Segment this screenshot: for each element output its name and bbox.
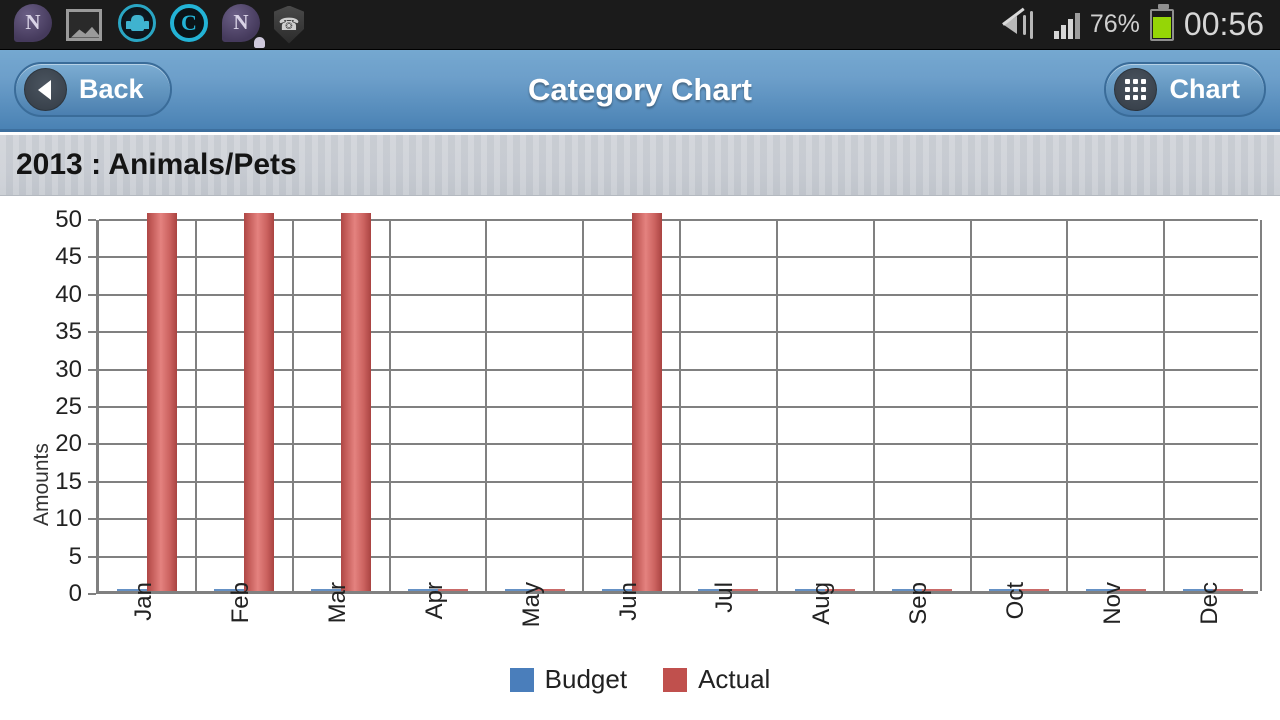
notification-icons: N C N ☎ xyxy=(0,3,316,48)
x-tick-label: Oct xyxy=(1001,582,1029,620)
status-indicators: 76% 00:56 xyxy=(1001,3,1280,43)
grid-menu-icon xyxy=(1114,68,1158,111)
y-tick-mark xyxy=(88,256,96,259)
legend-item: Actual xyxy=(663,664,770,695)
call-shield-glyph: ☎ xyxy=(274,5,304,44)
x-tick-label: Jul xyxy=(711,582,739,613)
y-tick-mark xyxy=(88,406,96,408)
note-app-icon: N xyxy=(14,3,56,46)
y-tick-label: 45 xyxy=(55,243,82,271)
chart-button[interactable]: Chart xyxy=(1104,62,1266,117)
call-shield-icon: ☎ xyxy=(274,4,316,46)
bar-actual-feb xyxy=(244,213,275,591)
gridline-vertical xyxy=(485,220,487,591)
gridline-vertical xyxy=(970,220,972,591)
y-tick-label: 30 xyxy=(55,355,82,383)
x-tick-label: Jan xyxy=(130,582,158,621)
chevron-left-icon xyxy=(24,68,67,111)
back-button-label: Back xyxy=(79,74,144,104)
gridline-vertical xyxy=(195,220,197,591)
x-tick-label: Apr xyxy=(420,582,448,620)
y-tick-label: 50 xyxy=(55,206,82,233)
battery-icon xyxy=(1149,3,1174,41)
clean-master-icon: C xyxy=(170,3,212,46)
x-tick-label: Aug xyxy=(808,582,836,625)
gridline-vertical xyxy=(776,220,778,591)
gridline-vertical xyxy=(1163,220,1165,591)
note-app-glyph: N xyxy=(14,3,52,42)
note-notification-glyph: N xyxy=(222,3,260,42)
y-tick-mark xyxy=(88,555,96,558)
chart-button-label: Chart xyxy=(1169,74,1240,104)
gridline-vertical xyxy=(292,220,294,591)
page-title: Category Chart xyxy=(528,71,752,107)
legend-item: Budget xyxy=(509,664,628,695)
x-tick-label: Jun xyxy=(614,582,642,621)
x-tick-label: May xyxy=(517,582,545,628)
bar-actual-jun xyxy=(631,213,662,591)
y-tick-label: 35 xyxy=(55,318,82,346)
bar-actual-jan xyxy=(147,213,178,591)
y-tick-mark xyxy=(88,293,96,296)
bar-actual-mar xyxy=(341,213,372,591)
gridline-vertical xyxy=(1066,220,1068,591)
x-axis-ticks: Jan Feb Mar Apr May Jun Jul Aug Sep Oct Nov Dec xyxy=(96,582,1258,664)
y-tick-mark xyxy=(88,593,96,595)
back-button[interactable]: Back xyxy=(14,62,172,117)
x-tick-label: Nov xyxy=(1098,582,1126,625)
legend-label: Actual xyxy=(698,664,771,694)
app-title-bar: Back Category Chart Chart xyxy=(0,50,1280,132)
x-tick-label: Dec xyxy=(1195,582,1223,625)
x-tick-label: Sep xyxy=(905,582,933,625)
y-tick-label: 15 xyxy=(55,467,82,495)
android-status-bar: N C N ☎ 76% 00:56 xyxy=(0,0,1280,50)
x-tick-label: Mar xyxy=(324,582,352,624)
android-sync-icon xyxy=(118,3,160,46)
category-bar-chart: Amounts 0 5 10 15 20 25 30 35 40 45 50 Jan Feb Mar Ap… xyxy=(0,196,1280,720)
gridline-vertical xyxy=(1260,220,1262,591)
x-tick-label: Feb xyxy=(227,582,255,624)
y-tick-mark xyxy=(88,443,96,446)
y-axis-ticks: 0 5 10 15 20 25 30 35 40 45 50 xyxy=(0,196,96,720)
note-notification-icon: N xyxy=(222,3,265,48)
chart-subtitle: 2013 : Animals/Pets xyxy=(16,148,297,181)
chart-legend: Budget Actual xyxy=(0,664,1280,695)
gridline-vertical xyxy=(679,220,681,591)
status-clock: 00:56 xyxy=(1183,6,1264,42)
y-tick-mark xyxy=(88,480,96,483)
gridline-vertical xyxy=(389,220,391,591)
clean-master-glyph: C xyxy=(170,3,208,42)
gridline-vertical xyxy=(873,220,875,591)
gallery-glyph xyxy=(66,8,102,41)
y-tick-label: 0 xyxy=(68,580,82,607)
legend-swatch xyxy=(663,667,688,692)
y-tick-mark xyxy=(88,368,96,371)
gallery-icon xyxy=(66,4,108,46)
y-tick-label: 5 xyxy=(68,542,82,570)
battery-percent-label: 76% xyxy=(1089,10,1140,38)
chart-subtitle-bar: 2013 : Animals/Pets xyxy=(0,135,1280,196)
y-tick-mark xyxy=(88,518,96,521)
bell-badge-icon xyxy=(254,36,265,48)
y-tick-label: 40 xyxy=(55,280,82,308)
sound-mute-vibrate-icon xyxy=(1001,7,1044,40)
y-tick-mark xyxy=(88,331,96,334)
legend-label: Budget xyxy=(544,664,628,694)
y-tick-label: 25 xyxy=(55,393,82,420)
signal-bars-icon xyxy=(1053,11,1080,39)
android-sync-glyph xyxy=(118,3,156,42)
plot-area xyxy=(96,213,1262,594)
y-tick-label: 20 xyxy=(55,430,82,458)
legend-swatch xyxy=(509,667,534,692)
y-tick-label: 10 xyxy=(55,505,82,533)
y-tick-mark xyxy=(88,219,96,221)
gridline-vertical xyxy=(582,220,584,591)
